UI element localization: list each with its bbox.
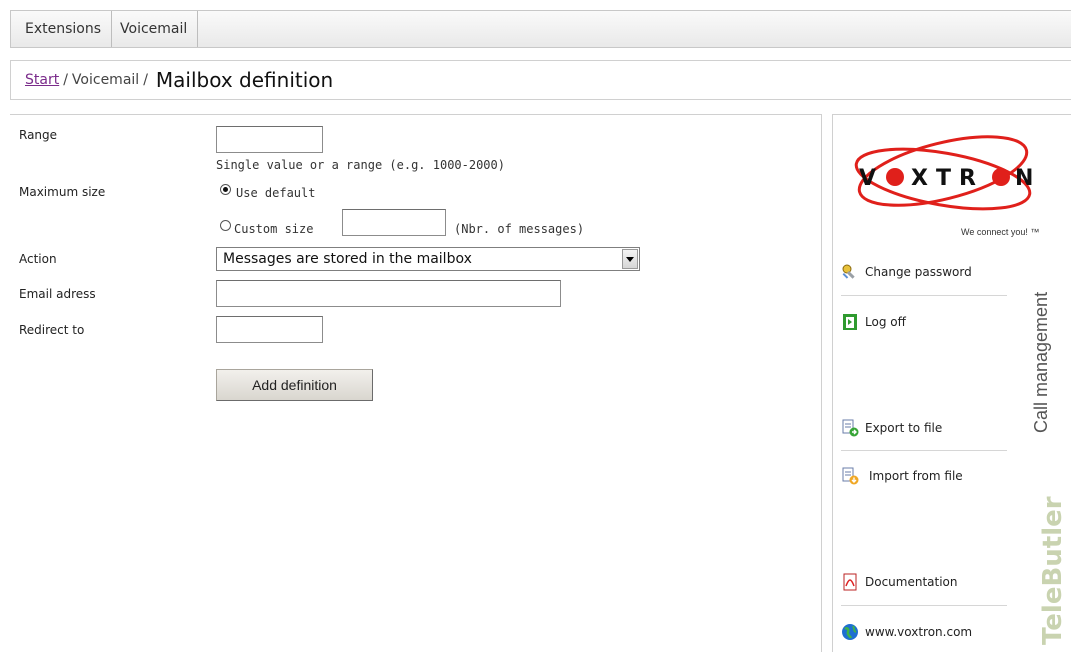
side-panel: V XTR N We connect you! ™ Change passwor… [832,114,1071,652]
export-to-file-label: Export to file [865,421,943,435]
import-from-file-link[interactable]: Import from file [841,463,1007,489]
redirect-input[interactable] [216,316,323,343]
use-default-radio[interactable] [220,184,231,195]
change-password-label: Change password [865,265,972,279]
top-nav-bar: Extensions Voicemail [10,10,1071,48]
tab-extensions[interactable]: Extensions [11,11,113,47]
log-off-label: Log off [865,315,906,329]
email-input[interactable] [216,280,561,307]
voxtron-logo: V XTR N We connect you! ™ [843,123,1043,238]
documentation-label: Documentation [865,575,958,589]
custom-size-hint: (Nbr. of messages) [454,222,585,236]
custom-size-label: Custom size [234,222,314,236]
action-select[interactable]: Messages are stored in the mailbox [216,247,640,271]
mailbox-form: Range Single value or a range (e.g. 1000… [10,114,822,652]
export-to-file-link[interactable]: Export to file [841,415,1007,441]
action-label: Action [19,252,57,266]
breadcrumb-start-link[interactable]: Start [25,72,59,88]
breadcrumb-voicemail: Voicemail [71,72,140,88]
chevron-down-icon[interactable] [622,249,638,269]
telebutler-branding: Call management TeleButler [1031,253,1068,653]
custom-size-input[interactable] [342,209,446,236]
sidebar-divider [841,450,1007,451]
sidebar-divider [841,295,1007,296]
breadcrumb-separator: / [143,72,148,88]
exit-door-icon [841,313,859,331]
change-password-link[interactable]: Change password [841,259,1007,285]
sidebar-divider [841,605,1007,606]
globe-icon [841,623,859,641]
voxtron-website-link[interactable]: www.voxtron.com [841,619,1007,645]
redirect-label: Redirect to [19,323,85,337]
range-label: Range [19,128,58,142]
import-file-icon [841,467,859,485]
page-title: Mailbox definition [155,68,334,92]
logo-letters-xtr: XTR [911,166,984,191]
tab-voicemail[interactable]: Voicemail [112,11,199,47]
range-input[interactable] [216,126,323,153]
logo-tagline: We connect you! ™ [961,227,1039,237]
brand-title: TeleButler [1038,496,1067,645]
export-file-icon [841,419,859,437]
logo-letter-v: V [859,166,876,191]
range-hint: Single value or a range (e.g. 1000-2000) [216,158,505,172]
log-off-link[interactable]: Log off [841,309,1007,335]
add-definition-button[interactable]: Add definition [216,369,373,401]
brand-subtitle: Call management [1031,292,1051,433]
pdf-icon [841,573,859,591]
action-selected-value: Messages are stored in the mailbox [223,251,472,267]
import-from-file-label: Import from file [869,469,963,483]
custom-size-radio[interactable] [220,220,231,231]
documentation-link[interactable]: Documentation [841,569,1007,595]
breadcrumb: Start / Voicemail / Mailbox definition [10,60,1071,100]
breadcrumb-separator: / [63,72,68,88]
key-icon [841,263,859,281]
logo-letter-n: N [1015,166,1033,191]
use-default-label: Use default [236,186,316,200]
voxtron-website-label: www.voxtron.com [865,625,973,639]
maximum-size-label: Maximum size [19,185,106,199]
email-label: Email adress [19,287,96,301]
